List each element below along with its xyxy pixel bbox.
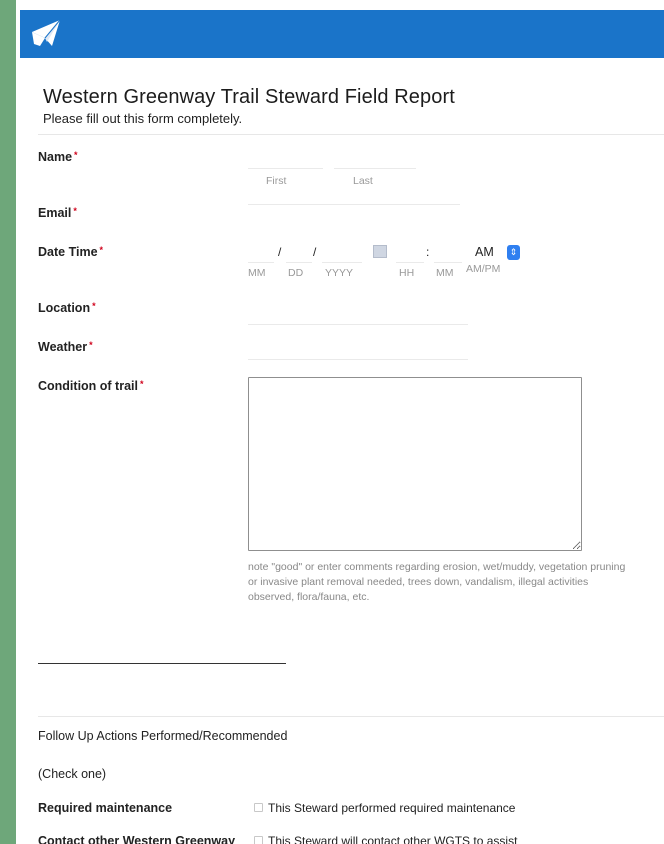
form-title: Western Greenway Trail Steward Field Rep… bbox=[43, 86, 455, 108]
condition-label-text: Condition of trail bbox=[38, 379, 138, 393]
time-colon: : bbox=[426, 245, 430, 259]
option-label: Contact other Western Greenway bbox=[38, 834, 236, 844]
select-arrows-icon[interactable]: ⇕ bbox=[507, 245, 520, 260]
envelope-plane-logo bbox=[32, 19, 61, 46]
required-star: * bbox=[74, 150, 78, 160]
title-block: Western Greenway Trail Steward Field Rep… bbox=[43, 86, 455, 126]
last-name-input[interactable] bbox=[334, 146, 416, 169]
email-input[interactable] bbox=[248, 182, 460, 205]
minute-input[interactable] bbox=[434, 240, 462, 263]
option-check-label[interactable]: This Steward will contact other WGTS to … bbox=[268, 834, 517, 844]
divider-short bbox=[38, 663, 286, 664]
condition-note: note "good" or enter comments regarding … bbox=[248, 561, 626, 603]
condition-label: Condition of trail * bbox=[38, 379, 144, 393]
condition-textarea[interactable] bbox=[248, 377, 582, 551]
month-input[interactable] bbox=[248, 240, 274, 263]
datetime-label-text: Date Time bbox=[38, 245, 98, 259]
form-subtitle: Please fill out this form completely. bbox=[43, 111, 243, 126]
option-checkbox[interactable] bbox=[254, 836, 263, 844]
required-star: * bbox=[99, 245, 104, 255]
location-label-text: Location bbox=[38, 301, 91, 315]
datetime-label: Date Time * bbox=[38, 245, 103, 259]
divider bbox=[38, 134, 664, 135]
email-label: Email * bbox=[38, 206, 77, 220]
first-name-input[interactable] bbox=[248, 146, 323, 169]
location-input[interactable] bbox=[248, 302, 468, 325]
required-star: * bbox=[89, 340, 93, 350]
calendar-icon[interactable] bbox=[373, 245, 387, 258]
month-sublabel: MM bbox=[248, 267, 266, 279]
email-label-text: Email bbox=[38, 206, 72, 220]
form-page: Western Greenway Trail Steward Field Rep… bbox=[16, 0, 664, 844]
name-label: Name * bbox=[38, 150, 78, 164]
option-check-label[interactable]: This Steward performed required maintena… bbox=[268, 801, 515, 815]
date-slash: / bbox=[278, 245, 282, 259]
day-input[interactable] bbox=[286, 240, 312, 263]
year-input[interactable] bbox=[322, 240, 362, 263]
hour-input[interactable] bbox=[396, 240, 424, 263]
option-label: Required maintenance bbox=[38, 801, 173, 815]
minute-sublabel: MM bbox=[436, 267, 454, 279]
weather-input[interactable] bbox=[248, 337, 468, 360]
year-sublabel: YYYY bbox=[325, 267, 354, 279]
day-sublabel: DD bbox=[288, 267, 304, 279]
followup-heading: Follow Up Actions Performed/Recommended bbox=[38, 729, 288, 743]
required-star: * bbox=[92, 301, 96, 311]
ampm-select[interactable]: AM bbox=[475, 245, 494, 259]
location-label: Location * bbox=[38, 301, 96, 315]
weather-label: Weather * bbox=[38, 340, 93, 354]
followup-instruction: (Check one) bbox=[38, 767, 107, 781]
weather-label-text: Weather bbox=[38, 340, 88, 354]
hour-sublabel: HH bbox=[399, 267, 415, 279]
option-checkbox[interactable] bbox=[254, 803, 263, 812]
required-star: * bbox=[73, 206, 77, 216]
divider bbox=[38, 716, 664, 717]
required-star: * bbox=[139, 379, 144, 389]
form-header bbox=[20, 10, 664, 58]
ampm-sublabel: AM/PM bbox=[466, 263, 501, 275]
name-label-text: Name bbox=[38, 150, 73, 164]
date-slash: / bbox=[313, 245, 317, 259]
